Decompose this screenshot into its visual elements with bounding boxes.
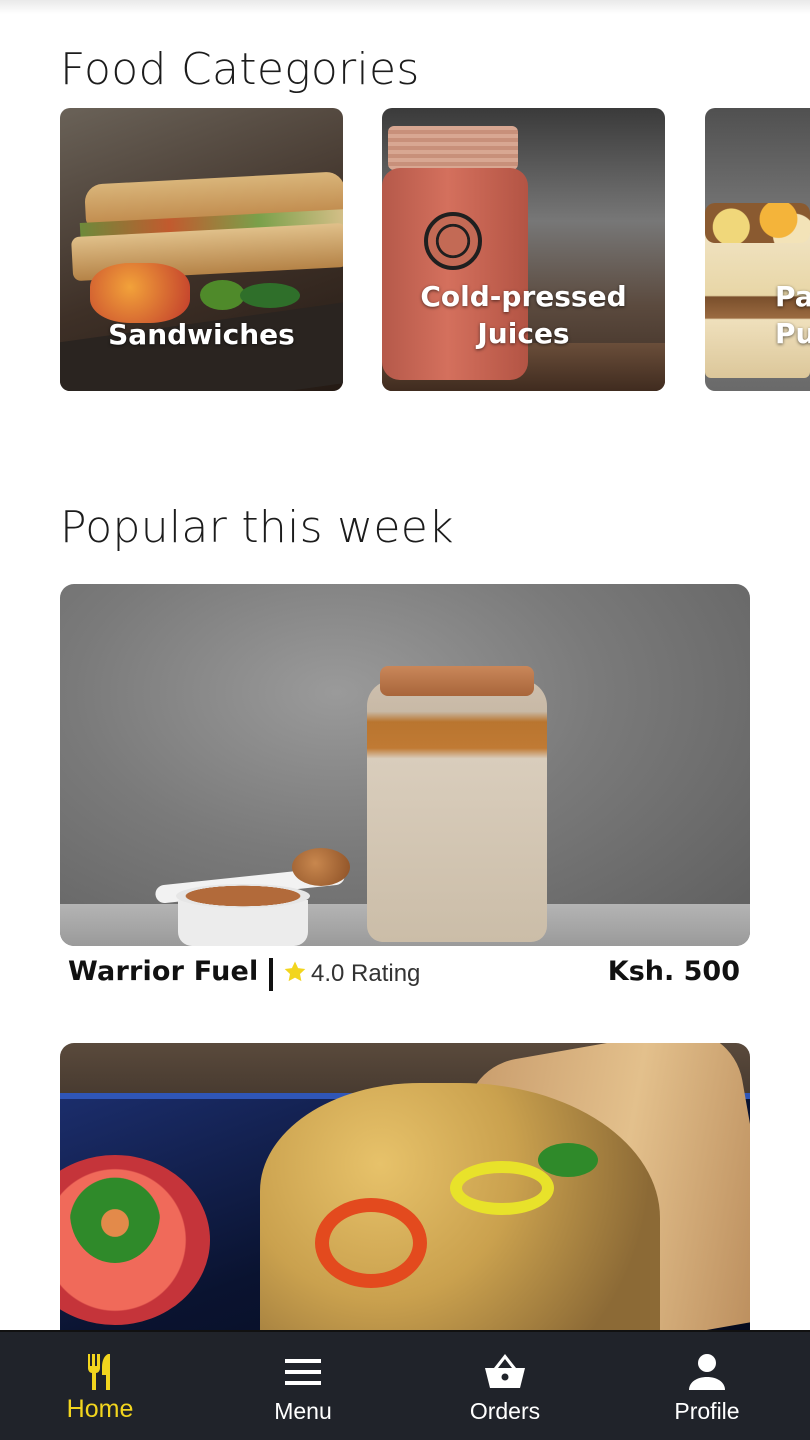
nav-label-profile: Profile <box>674 1398 740 1424</box>
category-card-sandwiches[interactable]: Sandwiches <box>60 108 343 391</box>
popular-this-week-title: Popular this week <box>60 502 454 553</box>
sandwich-veggie <box>90 263 190 323</box>
category-card-parfait[interactable]: Pa Pu <box>705 108 810 391</box>
bottom-navigation-bar: Home Menu Orders Profile <box>0 1330 810 1440</box>
sandwich-veggie <box>200 280 245 310</box>
nav-label-menu: Menu <box>274 1398 332 1424</box>
top-edge-shadow <box>0 0 810 14</box>
popular-item-info-row[interactable]: Warrior Fuel 4.0 Rating Ksh. 500 <box>68 956 740 996</box>
item-price: Ksh. 500 <box>607 956 740 987</box>
category-card-juices[interactable]: Cold-pressed Juices <box>382 108 665 391</box>
smoothie-jar-topping <box>380 666 534 696</box>
popular-item-image-second[interactable] <box>60 1043 750 1343</box>
nav-item-orders[interactable]: Orders <box>405 1332 605 1440</box>
basket-icon <box>485 1354 525 1388</box>
nav-label-orders: Orders <box>469 1398 541 1424</box>
category-carousel[interactable]: Sandwiches Cold-pressed Juices Pa Pu <box>60 108 810 393</box>
smoothie-jar <box>367 680 547 942</box>
juice-bottle-lid <box>388 126 518 170</box>
yellow-pepper-ring <box>450 1161 554 1215</box>
category-label: Sandwiches <box>108 318 295 351</box>
star-icon <box>284 961 306 982</box>
popular-item-image-warrior-fuel[interactable] <box>60 584 750 946</box>
category-label-line: Pa <box>775 280 810 313</box>
nav-item-menu[interactable]: Menu <box>203 1332 403 1440</box>
spoon-scoop <box>292 848 350 886</box>
divider <box>269 958 273 991</box>
sandwich-veggie <box>240 283 300 308</box>
nav-item-profile[interactable]: Profile <box>607 1332 807 1440</box>
nav-label-home: Home <box>66 1395 134 1423</box>
wrap-filling <box>260 1083 660 1343</box>
category-label: Cold-pressed Juices <box>382 278 665 352</box>
person-icon <box>689 1354 725 1390</box>
green-leaf <box>538 1143 598 1177</box>
fork-knife-icon <box>88 1354 110 1390</box>
category-label-line: Juices <box>477 317 570 350</box>
orange-slice-logo-icon <box>424 212 482 270</box>
category-label-line: Pu <box>775 317 810 350</box>
red-pepper-ring <box>315 1198 427 1288</box>
small-bowl-contents <box>176 884 310 908</box>
category-label: Pa Pu <box>775 278 810 352</box>
food-categories-title: Food Categories <box>60 44 420 95</box>
hamburger-menu-icon <box>285 1359 321 1385</box>
nav-item-home[interactable]: Home <box>0 1332 200 1440</box>
parfait-fruit-topping <box>705 203 810 243</box>
item-name: Warrior Fuel <box>68 956 259 987</box>
category-label-line: Cold-pressed <box>420 280 627 313</box>
item-rating: 4.0 Rating <box>311 960 421 987</box>
herb-garnish <box>70 1163 160 1263</box>
